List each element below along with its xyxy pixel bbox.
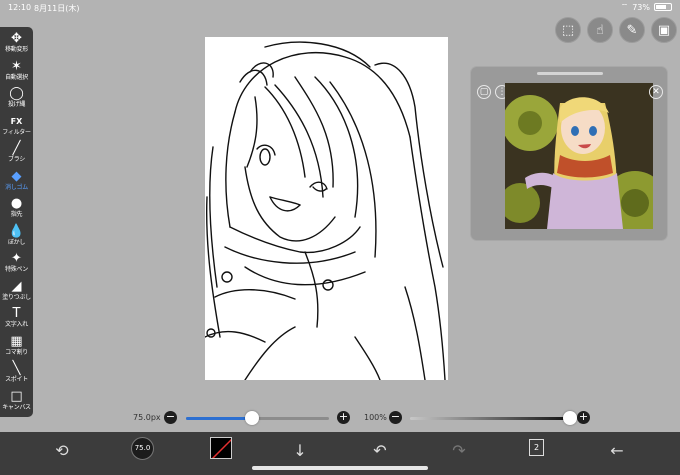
brush-size-decrease-button[interactable]: − xyxy=(164,411,177,424)
opacity-slider-handle[interactable] xyxy=(563,411,577,425)
brush-size-slider-handle[interactable] xyxy=(244,411,259,425)
status-indicators: ⌔ 73% xyxy=(621,2,672,12)
tool-label: フィルター xyxy=(2,128,31,136)
rotate-view-icon[interactable]: ⟲ xyxy=(50,440,74,462)
tool-label: ぼかし xyxy=(7,238,26,246)
tool-label: スポイト xyxy=(5,376,28,383)
reference-image xyxy=(505,83,653,229)
move-arrows-icon: ✥ xyxy=(11,31,22,46)
battery-fill xyxy=(656,5,667,9)
opacity-increase-button[interactable]: + xyxy=(577,411,590,424)
text-icon: T xyxy=(12,306,21,321)
tool-label: キャンバス xyxy=(2,403,31,411)
tool-label: 投げ縄 xyxy=(7,101,26,108)
ruler-button[interactable]: ✎ xyxy=(619,17,645,43)
opacity-decrease-button[interactable]: − xyxy=(389,411,402,424)
magic-wand-icon: ✶ xyxy=(11,58,22,74)
sparkle-pen-icon: ✦ xyxy=(11,251,22,266)
reference-window[interactable]: ▢ ⋮ ✕ xyxy=(470,66,668,241)
brush-size-fill xyxy=(186,417,252,420)
tool-canvas[interactable]: □ キャンバス xyxy=(0,389,33,415)
back-arrow-icon[interactable]: ← xyxy=(605,440,629,462)
tool-text[interactable]: T 文字入れ xyxy=(0,306,33,332)
selection-icon: ⬚ xyxy=(561,22,575,38)
brush-size-increase-button[interactable]: + xyxy=(337,411,350,424)
drawing-canvas[interactable] xyxy=(205,37,448,380)
selection-button[interactable]: ⬚ xyxy=(555,17,581,43)
battery-icon xyxy=(654,3,672,11)
tool-lasso[interactable]: ◯ 投げ縄 xyxy=(0,86,33,112)
tool-eyedropper[interactable]: ╲ スポイト xyxy=(0,361,33,387)
eyedropper-icon: ╲ xyxy=(12,361,21,376)
bucket-icon: ◢ xyxy=(11,278,22,294)
tool-filter[interactable]: FX フィルター xyxy=(0,114,33,140)
tool-move-transform[interactable]: ✥ 移動変形 xyxy=(0,31,33,57)
frame-icon: ▦ xyxy=(10,333,23,349)
hand-icon: ☝ xyxy=(596,22,604,38)
brush-size-button[interactable]: 75.0 xyxy=(131,437,154,460)
line-art xyxy=(205,41,446,380)
tool-label: コマ割り xyxy=(5,348,28,356)
tool-eraser[interactable]: ◆ 消しゴム xyxy=(0,169,33,195)
opacity-label: 100% xyxy=(364,413,387,422)
status-date: 8月11日(木) xyxy=(34,4,80,13)
tool-label: 塗りつぶし xyxy=(2,293,31,301)
hand-button[interactable]: ☝ xyxy=(587,17,613,43)
layers-button[interactable]: 2 xyxy=(529,439,544,456)
tool-brush[interactable]: ╱ ブラシ xyxy=(0,141,33,167)
tool-frame-divider[interactable]: ▦ コマ割り xyxy=(0,334,33,360)
drop-icon: 💧 xyxy=(8,223,25,239)
smudge-icon: ● xyxy=(10,196,23,211)
tool-panel: ✥ 移動変形 ✶ 自動選択 ◯ 投げ縄 FX フィルター ╱ ブラシ ◆ 消しゴム ● 指先 💧 ぼかし ✦ 特殊… xyxy=(0,27,33,417)
brush-size-label: 75.0px xyxy=(133,413,161,422)
transparent-color-icon xyxy=(211,438,231,458)
canvas-icon: □ xyxy=(10,388,23,404)
material-button[interactable]: ▣ xyxy=(651,17,677,43)
color-swatch-button[interactable] xyxy=(210,437,232,459)
reference-drag-handle[interactable] xyxy=(537,72,603,75)
tool-fill[interactable]: ◢ 塗りつぶし xyxy=(0,279,33,305)
wifi-icon: ⌔ xyxy=(620,2,629,11)
lasso-icon: ◯ xyxy=(9,86,24,101)
tool-auto-select[interactable]: ✶ 自動選択 xyxy=(0,59,33,85)
tool-smudge[interactable]: ● 指先 xyxy=(0,196,33,222)
undo-icon[interactable]: ↶ xyxy=(368,440,392,462)
download-arrow-icon[interactable]: ↓ xyxy=(288,440,312,462)
reference-toggle-icon[interactable]: ▢ xyxy=(477,85,491,99)
tool-label: 特殊ペン xyxy=(5,266,28,273)
battery-percent: 73% xyxy=(632,2,650,12)
tool-label: 指先 xyxy=(10,211,23,218)
fx-icon: FX xyxy=(10,116,23,126)
tool-special-pen[interactable]: ✦ 特殊ペン xyxy=(0,251,33,277)
tool-label: 消しゴム xyxy=(5,183,28,191)
tool-label: ブラシ xyxy=(8,156,25,163)
status-time: 12:10 xyxy=(8,3,32,12)
tool-label: 移動変形 xyxy=(5,46,28,53)
home-indicator xyxy=(252,466,428,470)
tool-label: 文字入れ xyxy=(5,321,28,328)
brush-icon: ╱ xyxy=(12,141,21,156)
image-icon: ▣ xyxy=(657,22,671,38)
tool-blur[interactable]: 💧 ぼかし xyxy=(0,224,33,250)
eraser-icon: ◆ xyxy=(11,168,22,184)
opacity-track[interactable] xyxy=(410,417,570,420)
reference-illustration xyxy=(505,83,653,229)
reference-close-icon[interactable]: ✕ xyxy=(649,85,663,99)
tool-label: 自動選択 xyxy=(5,73,28,81)
redo-icon[interactable]: ↷ xyxy=(447,440,471,462)
ruler-icon: ✎ xyxy=(626,22,638,38)
